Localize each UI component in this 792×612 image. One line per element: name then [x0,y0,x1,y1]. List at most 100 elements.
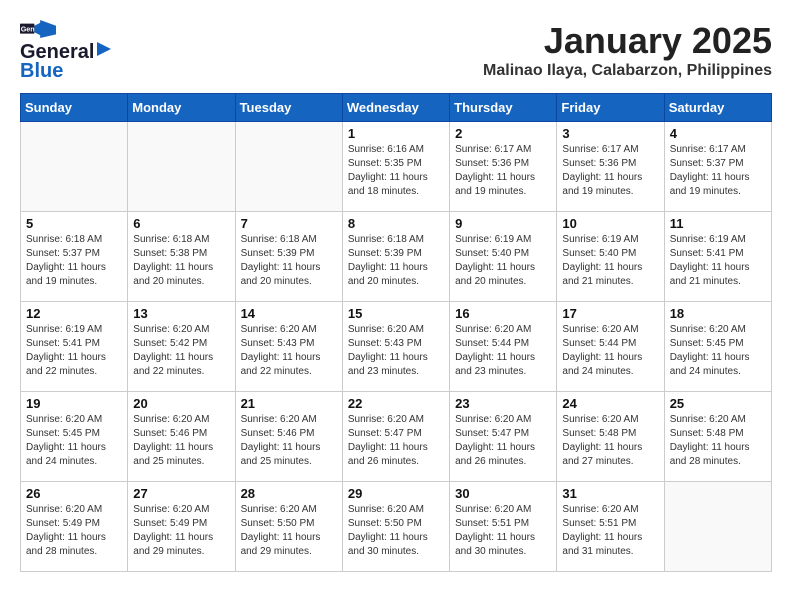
day-cell: 9Sunrise: 6:19 AM Sunset: 5:40 PM Daylig… [450,212,557,302]
logo-blue: Blue [20,60,63,83]
day-number: 20 [133,396,229,411]
day-info: Sunrise: 6:19 AM Sunset: 5:40 PM Dayligh… [562,233,658,289]
day-number: 16 [455,306,551,321]
day-info: Sunrise: 6:20 AM Sunset: 5:47 PM Dayligh… [455,413,551,469]
day-info: Sunrise: 6:20 AM Sunset: 5:42 PM Dayligh… [133,323,229,379]
page-header: Gen General Blue January 2025 Malinao Il… [20,20,772,83]
week-row-5: 26 Sunrise: 6:20 AM Sunset: 5:49 PM Dayli… [21,482,772,572]
day-cell: 5 Sunrise: 6:18 AM Sunset: 5:37 PM Daylig… [21,212,128,302]
calendar-table: SundayMondayTuesdayWednesdayThursdayFrid… [20,93,772,572]
day-number: 29 [348,486,444,501]
day-cell: 22Sunrise: 6:20 AM Sunset: 5:47 PM Dayli… [342,392,449,482]
day-info: Sunrise: 6:20 AM Sunset: 5:49 PM Dayligh… [26,503,122,559]
day-info: Sunrise: 6:17 AM Sunset: 5:36 PM Dayligh… [455,143,551,199]
day-cell: 28 Sunrise: 6:20 AM Sunset: 5:50 PM Dayli… [235,482,342,572]
title-section: January 2025 Malinao Ilaya, Calabarzon, … [483,20,772,80]
day-cell: 31 Sunrise: 6:20 AM Sunset: 5:51 PM Dayli… [557,482,664,572]
day-cell: 17Sunrise: 6:20 AM Sunset: 5:44 PM Dayli… [557,302,664,392]
day-number: 2 [455,126,551,141]
day-info: Sunrise: 6:18 AM Sunset: 5:37 PM Dayligh… [26,233,122,289]
day-number: 12 [26,306,122,321]
day-info: Sunrise: 6:20 AM Sunset: 5:50 PM Dayligh… [241,503,337,559]
day-info: Sunrise: 6:20 AM Sunset: 5:46 PM Dayligh… [133,413,229,469]
day-number: 27 [133,486,229,501]
day-cell: 1 Sunrise: 6:16 AM Sunset: 5:35 PM Daylig… [342,122,449,212]
day-number: 31 [562,486,658,501]
day-info: Sunrise: 6:20 AM Sunset: 5:44 PM Dayligh… [562,323,658,379]
day-cell [235,122,342,212]
day-cell: 14Sunrise: 6:20 AM Sunset: 5:43 PM Dayli… [235,302,342,392]
day-info: Sunrise: 6:20 AM Sunset: 5:51 PM Dayligh… [562,503,658,559]
day-info: Sunrise: 6:20 AM Sunset: 5:44 PM Dayligh… [455,323,551,379]
day-cell: 8 Sunrise: 6:18 AM Sunset: 5:39 PM Daylig… [342,212,449,302]
day-cell: 7 Sunrise: 6:18 AM Sunset: 5:39 PM Daylig… [235,212,342,302]
day-info: Sunrise: 6:20 AM Sunset: 5:51 PM Dayligh… [455,503,551,559]
day-info: Sunrise: 6:16 AM Sunset: 5:35 PM Dayligh… [348,143,444,199]
day-info: Sunrise: 6:20 AM Sunset: 5:50 PM Dayligh… [348,503,444,559]
day-info: Sunrise: 6:19 AM Sunset: 5:40 PM Dayligh… [455,233,551,289]
day-info: Sunrise: 6:20 AM Sunset: 5:43 PM Dayligh… [348,323,444,379]
day-number: 30 [455,486,551,501]
month-title: January 2025 [483,20,772,62]
day-info: Sunrise: 6:17 AM Sunset: 5:36 PM Dayligh… [562,143,658,199]
day-number: 15 [348,306,444,321]
day-cell: 30 Sunrise: 6:20 AM Sunset: 5:51 PM Dayli… [450,482,557,572]
weekday-header-saturday: Saturday [664,94,771,122]
day-cell [128,122,235,212]
day-info: Sunrise: 6:20 AM Sunset: 5:45 PM Dayligh… [670,323,766,379]
day-info: Sunrise: 6:20 AM Sunset: 5:49 PM Dayligh… [133,503,229,559]
day-info: Sunrise: 6:18 AM Sunset: 5:39 PM Dayligh… [241,233,337,289]
logo: Gen General Blue [20,20,113,83]
week-row-2: 5 Sunrise: 6:18 AM Sunset: 5:37 PM Daylig… [21,212,772,302]
day-number: 3 [562,126,658,141]
day-number: 18 [670,306,766,321]
day-cell: 27 Sunrise: 6:20 AM Sunset: 5:49 PM Dayli… [128,482,235,572]
day-info: Sunrise: 6:18 AM Sunset: 5:38 PM Dayligh… [133,233,229,289]
weekday-header-sunday: Sunday [21,94,128,122]
day-info: Sunrise: 6:20 AM Sunset: 5:47 PM Dayligh… [348,413,444,469]
day-number: 23 [455,396,551,411]
day-number: 1 [348,126,444,141]
day-number: 6 [133,216,229,231]
week-row-3: 12Sunrise: 6:19 AM Sunset: 5:41 PM Dayli… [21,302,772,392]
day-number: 11 [670,216,766,231]
day-cell: 3 Sunrise: 6:17 AM Sunset: 5:36 PM Daylig… [557,122,664,212]
day-cell: 11 Sunrise: 6:19 AM Sunset: 5:41 PM Dayli… [664,212,771,302]
day-number: 13 [133,306,229,321]
day-cell: 19 Sunrise: 6:20 AM Sunset: 5:45 PM Dayli… [21,392,128,482]
logo-chevron [95,40,113,58]
day-number: 19 [26,396,122,411]
day-number: 5 [26,216,122,231]
day-cell [21,122,128,212]
day-cell: 20 Sunrise: 6:20 AM Sunset: 5:46 PM Dayli… [128,392,235,482]
day-number: 28 [241,486,337,501]
day-info: Sunrise: 6:19 AM Sunset: 5:41 PM Dayligh… [670,233,766,289]
day-cell: 29 Sunrise: 6:20 AM Sunset: 5:50 PM Dayli… [342,482,449,572]
location-title: Malinao Ilaya, Calabarzon, Philippines [483,62,772,80]
weekday-header-wednesday: Wednesday [342,94,449,122]
day-cell: 21 Sunrise: 6:20 AM Sunset: 5:46 PM Dayli… [235,392,342,482]
day-cell [664,482,771,572]
day-cell: 4 Sunrise: 6:17 AM Sunset: 5:37 PM Daylig… [664,122,771,212]
day-number: 26 [26,486,122,501]
day-info: Sunrise: 6:20 AM Sunset: 5:45 PM Dayligh… [26,413,122,469]
day-number: 7 [241,216,337,231]
day-info: Sunrise: 6:18 AM Sunset: 5:39 PM Dayligh… [348,233,444,289]
day-number: 4 [670,126,766,141]
day-cell: 12Sunrise: 6:19 AM Sunset: 5:41 PM Dayli… [21,302,128,392]
weekday-header-thursday: Thursday [450,94,557,122]
day-cell: 2 Sunrise: 6:17 AM Sunset: 5:36 PM Daylig… [450,122,557,212]
day-info: Sunrise: 6:17 AM Sunset: 5:37 PM Dayligh… [670,143,766,199]
day-cell: 10 Sunrise: 6:19 AM Sunset: 5:40 PM Dayli… [557,212,664,302]
day-number: 21 [241,396,337,411]
day-number: 10 [562,216,658,231]
day-number: 24 [562,396,658,411]
day-info: Sunrise: 6:20 AM Sunset: 5:48 PM Dayligh… [562,413,658,469]
day-number: 8 [348,216,444,231]
day-number: 25 [670,396,766,411]
svg-text:Gen: Gen [21,25,35,34]
day-cell: 24 Sunrise: 6:20 AM Sunset: 5:48 PM Dayli… [557,392,664,482]
day-number: 14 [241,306,337,321]
day-cell: 18 Sunrise: 6:20 AM Sunset: 5:45 PM Dayli… [664,302,771,392]
day-info: Sunrise: 6:20 AM Sunset: 5:46 PM Dayligh… [241,413,337,469]
